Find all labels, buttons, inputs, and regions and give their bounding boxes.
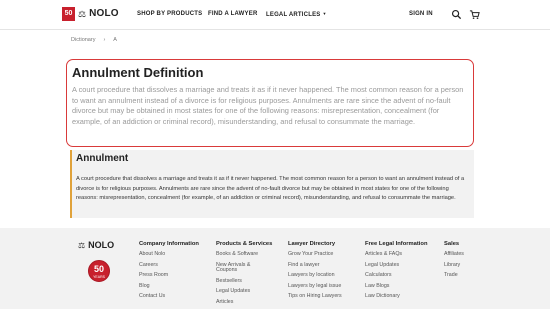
footer-col-lawyer-directory: Lawyer Directory Grow Your Practice Find… bbox=[288, 241, 348, 305]
footer-link[interactable]: Grow Your Practice bbox=[288, 251, 348, 258]
footer-link[interactable]: Careers bbox=[139, 262, 199, 269]
footer-link[interactable]: Library bbox=[444, 262, 484, 269]
footer-link[interactable]: Lawyers by location bbox=[288, 273, 348, 279]
breadcrumb-dictionary[interactable]: Dictionary bbox=[71, 37, 95, 43]
footer-link[interactable]: Press Room bbox=[139, 273, 199, 279]
breadcrumb-separator: › bbox=[103, 37, 106, 43]
footer-col-legal-info: Free Legal Information Articles & FAQs L… bbox=[365, 241, 428, 305]
cart-icon[interactable] bbox=[469, 9, 480, 20]
definition-summary: A court procedure that dissolves a marri… bbox=[72, 85, 464, 127]
scales-icon: ⚖ bbox=[78, 9, 87, 19]
footer-link[interactable]: Articles bbox=[216, 299, 276, 306]
footer-link[interactable]: Blog bbox=[139, 283, 199, 290]
breadcrumb: Dictionary › A bbox=[71, 37, 117, 43]
definition-card: Annulment Definition A court procedure t… bbox=[66, 59, 474, 147]
nav-legal-articles[interactable]: LEGAL ARTICLES ▼ bbox=[266, 11, 327, 18]
nolo-logo[interactable]: 50 ⚖ NOLO bbox=[62, 7, 119, 21]
footer-col-sales: Sales Affiliates Library Trade bbox=[444, 241, 484, 284]
footer-col-products: Products & Services Books & Software New… bbox=[216, 241, 276, 309]
footer-link[interactable]: Bestsellers bbox=[216, 278, 276, 285]
search-icon[interactable] bbox=[451, 9, 462, 20]
footer-col-company: Company Information About Nolo Careers P… bbox=[139, 241, 199, 305]
seal-subtitle: YEARS bbox=[93, 275, 105, 279]
dictionary-entry: Annulment A court procedure that dissolv… bbox=[70, 150, 474, 218]
footer-link[interactable]: Find a lawyer bbox=[288, 262, 348, 269]
nav-shop-by-products[interactable]: SHOP BY PRODUCTS bbox=[137, 11, 202, 17]
page-title: Annulment Definition bbox=[72, 65, 204, 80]
footer-link[interactable]: Books & Software bbox=[216, 251, 276, 258]
footer-logo-text: NOLO bbox=[88, 240, 115, 250]
nav-find-a-lawyer[interactable]: FIND A LAWYER bbox=[208, 11, 258, 17]
footer-link[interactable]: Articles & FAQs bbox=[365, 251, 425, 258]
footer-link[interactable]: Law Blogs bbox=[365, 283, 425, 290]
footer-link[interactable]: Law Dictionary bbox=[365, 294, 425, 300]
footer-link[interactable]: Tips on Hiring Lawyers bbox=[288, 294, 348, 300]
footer-link[interactable]: Calculators bbox=[365, 273, 425, 279]
seal-number: 50 bbox=[93, 264, 104, 274]
site-footer: ⚖ NOLO 50 YEARS Company Information Abou… bbox=[0, 228, 550, 309]
caret-down-icon: ▼ bbox=[322, 11, 327, 16]
entry-title: Annulment bbox=[76, 153, 129, 164]
footer-link[interactable]: Trade bbox=[444, 273, 484, 279]
logo-text: NOLO bbox=[89, 8, 119, 19]
footer-logo[interactable]: ⚖ NOLO bbox=[78, 240, 114, 250]
footer-link[interactable]: Legal Updates bbox=[365, 262, 425, 269]
footer-link[interactable]: About Nolo bbox=[139, 251, 199, 258]
breadcrumb-letter[interactable]: A bbox=[113, 37, 117, 43]
footer-link[interactable]: Affiliates bbox=[444, 251, 484, 258]
nav-legal-articles-label: LEGAL ARTICLES bbox=[266, 12, 321, 18]
site-header: 50 ⚖ NOLO SHOP BY PRODUCTS FIND A LAWYER… bbox=[0, 0, 550, 30]
entry-text: A court procedure that dissolves a marri… bbox=[76, 176, 465, 202]
footer-link[interactable]: Contact Us bbox=[139, 294, 199, 300]
footer-link[interactable]: Legal Updates bbox=[216, 289, 276, 295]
anniversary-seal: 50 YEARS bbox=[88, 260, 110, 282]
footer-link[interactable]: New Arrivals & Coupons bbox=[216, 262, 261, 274]
footer-link[interactable]: Lawyers by legal issue bbox=[288, 283, 348, 290]
footer-scales-icon: ⚖ bbox=[78, 240, 86, 250]
sign-in-link[interactable]: SIGN IN bbox=[409, 11, 433, 17]
logo-badge: 50 bbox=[62, 7, 75, 21]
